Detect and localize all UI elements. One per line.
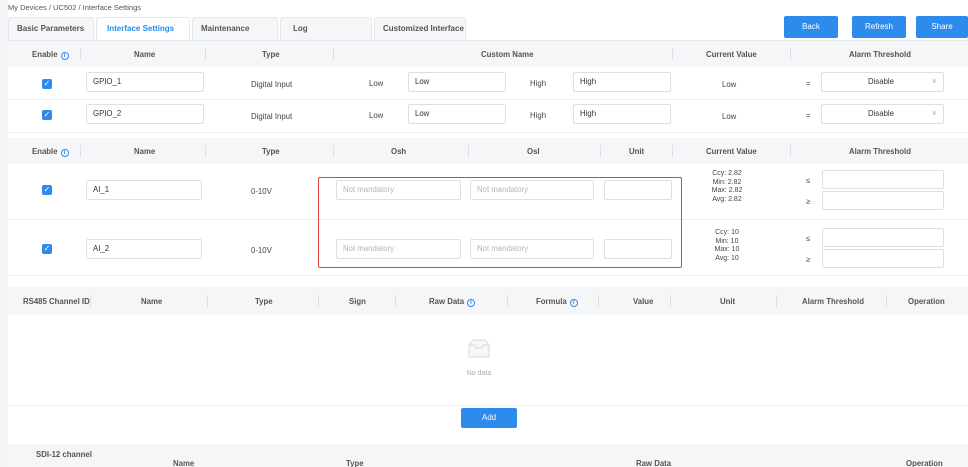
analog-header-osl: Osl xyxy=(527,147,540,156)
left-edge-strip xyxy=(0,0,8,467)
back-button[interactable]: Back xyxy=(784,16,838,38)
gpio-1-alarm-selected: Disable xyxy=(868,77,895,86)
gpio-header-current-value: Current Value xyxy=(706,50,757,59)
checkbox-checked-icon[interactable]: ✓ xyxy=(42,185,52,195)
highlight-box xyxy=(318,177,682,268)
gpio-2-current-value: Low xyxy=(722,112,737,121)
analog-header-current-value: Current Value xyxy=(706,147,757,156)
checkbox-checked-icon[interactable]: ✓ xyxy=(42,110,52,120)
info-icon[interactable]: i xyxy=(60,52,69,60)
gpio-2-name-field[interactable]: GPIO_2 xyxy=(86,104,204,124)
breadcrumb-current-page: Interface Settings xyxy=(82,3,142,12)
breadcrumb-my-devices[interactable]: My Devices xyxy=(8,3,47,12)
sdi12-header-name: Name xyxy=(173,459,195,467)
gpio-1-high-custom-field[interactable]: High xyxy=(573,72,671,92)
info-icon[interactable]: i xyxy=(569,299,578,307)
analog-header-unit: Unit xyxy=(629,147,645,156)
gpio-2-alarm-selected: Disable xyxy=(868,109,895,118)
gpio-1-name-field[interactable]: GPIO_1 xyxy=(86,72,204,92)
rs485-header-operation: Operation xyxy=(908,297,945,306)
info-icon[interactable]: i xyxy=(60,149,69,157)
sdi12-header-type: Type xyxy=(346,459,364,467)
ai-2-type: 0-10V xyxy=(251,246,272,255)
analog-header-name: Name xyxy=(134,147,156,156)
tab-maintenance[interactable]: Maintenance xyxy=(192,17,278,40)
empty-inbox-icon xyxy=(468,339,490,358)
ai-2-ge-symbol: ≥ xyxy=(806,255,811,264)
gpio-2-low-custom-field[interactable]: Low xyxy=(408,104,506,124)
ai-1-alarm-max-field[interactable] xyxy=(822,170,944,189)
share-button[interactable]: Share xyxy=(916,16,968,38)
rs485-header-raw-data: Raw Data i xyxy=(429,297,476,307)
gpio-2-high-custom-field[interactable]: High xyxy=(573,104,671,124)
analog-header-alarm-threshold: Alarm Threshold xyxy=(849,147,911,156)
gpio-2-type: Digital Input xyxy=(251,112,293,121)
ai-1-current-value: Ccy: 2.82 Min: 2.82 Max: 2.82 Avg: 2.82 xyxy=(711,170,743,203)
breadcrumb: My Devices / UC502 / Interface Settings xyxy=(8,3,142,12)
rs485-header-formula: Formula i xyxy=(536,297,578,307)
gpio-header-name: Name xyxy=(134,50,156,59)
info-icon[interactable]: i xyxy=(467,299,476,307)
sdi12-header-raw-data: Raw Data xyxy=(636,459,672,467)
tab-log[interactable]: Log xyxy=(280,17,372,40)
sdi12-header-operation: Operation xyxy=(906,459,943,467)
rs485-header-value: Value xyxy=(633,297,654,306)
chevron-down-icon: ∨ xyxy=(931,110,937,117)
gpio-header-type: Type xyxy=(262,50,280,59)
rs485-header-channel-id: RS485 Channel ID xyxy=(23,297,90,306)
add-button[interactable]: Add xyxy=(461,408,517,428)
ai-1-name-field[interactable]: AI_1 xyxy=(86,180,202,200)
rs485-header-name: Name xyxy=(141,297,163,306)
analog-header-enable: Enable i xyxy=(32,147,69,157)
gpio-2-high-label: High xyxy=(530,111,547,120)
rs485-header-type: Type xyxy=(255,297,273,306)
gpio-1-operator: = xyxy=(806,79,811,88)
gpio-2-operator: = xyxy=(806,111,811,120)
gpio-header-alarm-threshold: Alarm Threshold xyxy=(849,50,911,59)
ai-1-le-symbol: ≤ xyxy=(806,176,811,185)
gpio-2-alarm-select[interactable]: Disable ∨ xyxy=(821,104,944,124)
gpio-1-low-label: Low xyxy=(369,79,384,88)
checkbox-checked-icon[interactable]: ✓ xyxy=(42,244,52,254)
rs485-header-unit: Unit xyxy=(720,297,736,306)
empty-text: No data xyxy=(466,370,492,377)
chevron-down-icon: ∨ xyxy=(931,78,937,85)
rs485-empty-area xyxy=(8,315,968,406)
rs485-header-alarm-threshold: Alarm Threshold xyxy=(802,297,864,306)
analog-header-osh: Osh xyxy=(391,147,407,156)
tab-customized-interface[interactable]: Customized Interface xyxy=(374,17,466,40)
analog-header-type: Type xyxy=(262,147,280,156)
checkbox-checked-icon[interactable]: ✓ xyxy=(42,79,52,89)
gpio-header-custom-name: Custom Name xyxy=(481,50,534,59)
ai-1-ge-symbol: ≥ xyxy=(806,197,811,206)
gpio-1-alarm-select[interactable]: Disable ∨ xyxy=(821,72,944,92)
gpio-header-enable: Enable i xyxy=(32,50,69,60)
ai-2-le-symbol: ≤ xyxy=(806,234,811,243)
tab-basic-parameters[interactable]: Basic Parameters xyxy=(8,17,94,40)
breadcrumb-device[interactable]: UC502 xyxy=(53,3,76,12)
tab-interface-settings[interactable]: Interface Settings xyxy=(96,17,190,40)
ai-2-alarm-max-field[interactable] xyxy=(822,228,944,247)
ai-1-type: 0-10V xyxy=(251,187,272,196)
gpio-1-low-custom-field[interactable]: Low xyxy=(408,72,506,92)
ai-2-alarm-min-field[interactable] xyxy=(822,249,944,268)
ai-1-alarm-min-field[interactable] xyxy=(822,191,944,210)
gpio-1-high-label: High xyxy=(530,79,547,88)
ai-2-name-field[interactable]: AI_2 xyxy=(86,239,202,259)
ai-2-current-value: Ccy: 10 Min: 10 Max: 10 Avg: 10 xyxy=(714,229,740,262)
gpio-1-type: Digital Input xyxy=(251,80,293,89)
rs485-header-sign: Sign xyxy=(349,297,366,306)
gpio-1-current-value: Low xyxy=(722,80,737,89)
sdi12-table-header xyxy=(8,444,968,467)
gpio-2-low-label: Low xyxy=(369,111,384,120)
sdi12-header-channel: SDI-12 channel xyxy=(36,450,92,459)
refresh-button[interactable]: Refresh xyxy=(852,16,906,38)
